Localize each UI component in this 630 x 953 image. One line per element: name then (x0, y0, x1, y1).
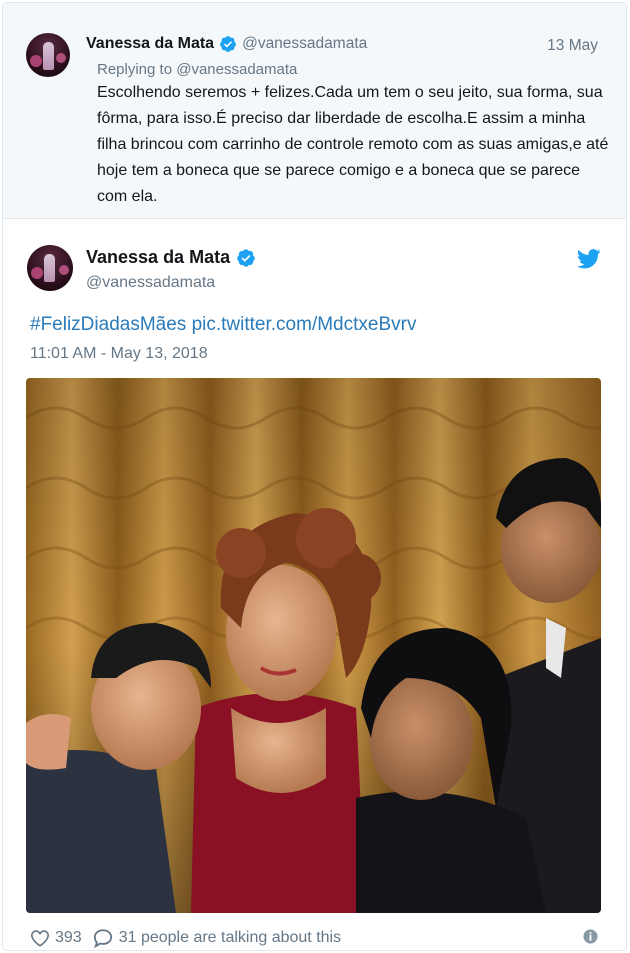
like-action[interactable]: 393 (30, 929, 82, 947)
twitter-bird-icon[interactable] (577, 249, 601, 269)
author-handle[interactable]: @vanessadamata (242, 35, 367, 53)
hashtag-link[interactable]: #FelizDiadasMães (30, 314, 186, 335)
author-name[interactable]: Vanessa da Mata (86, 35, 214, 53)
reply-bubble-icon (93, 929, 112, 948)
tweet-photo[interactable] (26, 378, 601, 913)
author-handle[interactable]: @vanessadamata (86, 274, 215, 292)
tweet-date[interactable]: 13 May (547, 37, 598, 55)
parent-tweet-text: Escolhendo seremos + felizes.Cada um tem… (97, 84, 609, 205)
verified-badge-icon (220, 36, 236, 52)
parent-tweet-header: Vanessa da Mata @vanessadamata (86, 35, 367, 53)
conversation-count-text: 31 people are talking about this (118, 929, 342, 946)
replying-to: Replying to @vanessadamata (97, 61, 297, 78)
like-count: 393 (55, 929, 82, 946)
media-link[interactable]: pic.twitter.com/MdctxeBvrv (192, 314, 417, 335)
tweet-actions: 393 31 people are talking about this (30, 927, 341, 949)
verified-badge-icon (237, 248, 255, 267)
heart-icon (30, 930, 50, 947)
main-tweet-text: #FelizDiadasMães pic.twitter.com/MdctxeB… (30, 314, 416, 336)
avatar[interactable] (26, 33, 70, 77)
tweet-embed: Vanessa da Mata @vanessadamata 13 May Re… (2, 2, 627, 951)
replying-handle-link[interactable]: @vanessadamata (176, 61, 297, 78)
avatar[interactable] (27, 245, 73, 291)
parent-tweet[interactable]: Vanessa da Mata @vanessadamata 13 May Re… (3, 3, 626, 219)
author-name[interactable]: Vanessa da Mata (86, 247, 230, 268)
replying-label: Replying to (97, 61, 173, 78)
info-icon[interactable] (583, 929, 598, 944)
tweet-timestamp[interactable]: 11:01 AM - May 13, 2018 (30, 345, 208, 363)
main-tweet-header: Vanessa da Mata (86, 247, 256, 268)
conversation-action[interactable]: 31 people are talking about this (92, 928, 341, 948)
